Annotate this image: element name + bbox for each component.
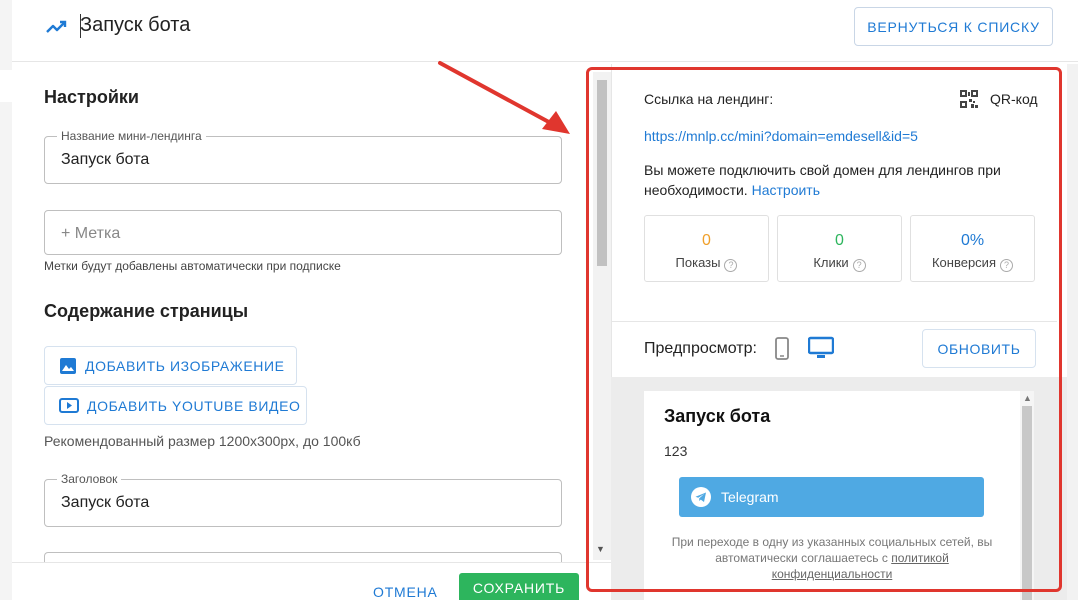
save-button[interactable]: СОХРАНИТЬ (459, 573, 579, 600)
telegram-icon (691, 487, 711, 507)
page-title[interactable]: Запуск бота (80, 14, 190, 37)
tag-hint: Метки будут добавлены автоматически при … (44, 259, 341, 273)
add-youtube-button[interactable]: ДОБАВИТЬ YOUTUBE ВИДЕО (44, 386, 307, 425)
qr-code-icon[interactable] (960, 90, 978, 108)
page-content-heading: Содержание страницы (44, 301, 249, 321)
youtube-icon (59, 397, 79, 413)
text-cursor (80, 14, 81, 38)
preview-scrollbar-thumb[interactable] (1022, 406, 1032, 600)
tag-placeholder: + Метка (61, 225, 121, 242)
conversion-label: Конверсия (931, 255, 996, 270)
desktop-icon[interactable] (808, 336, 834, 360)
help-icon[interactable]: ? (852, 259, 866, 272)
left-gutter-gap (0, 70, 12, 102)
page-scrollbar[interactable] (1067, 64, 1078, 600)
red-arrow-annotation (438, 61, 570, 134)
landing-url-link[interactable]: https://mnlp.cc/mini?domain=emdesell&id=… (644, 128, 918, 144)
stat-card-views: 0 Показы? (644, 215, 769, 282)
preview-label: Предпросмотр: (644, 340, 757, 357)
help-icon[interactable]: ? (724, 259, 738, 272)
help-icon[interactable]: ? (1000, 259, 1013, 272)
headline-field[interactable]: Заголовок Запуск бота (44, 472, 562, 527)
trend-up-icon (46, 20, 67, 33)
scroll-down-arrow-icon[interactable]: ▼ (596, 544, 605, 554)
landing-name-value: Запуск бота (61, 151, 150, 168)
telegram-button[interactable]: Telegram (679, 477, 984, 517)
add-image-button[interactable]: ДОБАВИТЬ ИЗОБРАЖЕНИЕ (44, 346, 297, 385)
configure-domain-link[interactable]: Настроить (752, 182, 820, 198)
clicks-label: Клики (813, 255, 849, 270)
landing-link-label: Ссылка на лендинг: (644, 91, 774, 107)
landing-name-label: Название мини-лендинга (57, 129, 206, 143)
headline-label: Заголовок (57, 472, 122, 486)
add-youtube-label: ДОБАВИТЬ YOUTUBE ВИДЕО (87, 397, 301, 414)
scroll-up-arrow-icon[interactable]: ▲ (1023, 393, 1032, 403)
form-scrollbar-thumb[interactable] (597, 80, 607, 266)
custom-domain-note: Вы можете подключить свой домен для ленд… (644, 160, 1044, 200)
image-size-hint: Рекомендованный размер 1200x300px, до 10… (44, 433, 361, 449)
stat-card-conversion: 0% Конверсия? (910, 215, 1035, 282)
stat-card-clicks: 0 Клики? (777, 215, 902, 282)
views-value: 0 (702, 232, 711, 249)
headline-value: Запуск бота (61, 494, 150, 511)
tag-field[interactable]: + Метка (44, 210, 562, 255)
settings-heading: Настройки (44, 87, 139, 107)
qr-code-label[interactable]: QR-код (990, 91, 1038, 107)
cancel-button[interactable]: ОТМЕНА (373, 584, 438, 600)
clicks-label-row: Клики? (778, 255, 901, 272)
views-label: Показы (675, 255, 721, 270)
phone-icon[interactable] (774, 337, 790, 361)
image-icon (60, 357, 76, 374)
landing-name-field[interactable]: Название мини-лендинга Запуск бота (44, 129, 562, 184)
privacy-disclaimer: При переходе в одну из указанных социаль… (654, 534, 1010, 582)
conversion-value: 0% (960, 232, 985, 249)
add-image-label: ДОБАВИТЬ ИЗОБРАЖЕНИЕ (85, 357, 285, 374)
back-to-list-button[interactable]: ВЕРНУТЬСЯ К СПИСКУ (854, 7, 1053, 46)
telegram-label: Telegram (721, 489, 779, 505)
custom-domain-text: Вы можете подключить свой домен для ленд… (644, 162, 1001, 198)
refresh-preview-button[interactable]: ОБНОВИТЬ (922, 329, 1036, 368)
panel-divider (611, 321, 1057, 322)
clicks-value: 0 (835, 232, 844, 249)
preview-title: Запуск бота (664, 406, 771, 426)
preview-text: 123 (664, 443, 688, 459)
conversion-label-row: Конверсия? (911, 255, 1034, 272)
views-label-row: Показы? (645, 255, 768, 272)
